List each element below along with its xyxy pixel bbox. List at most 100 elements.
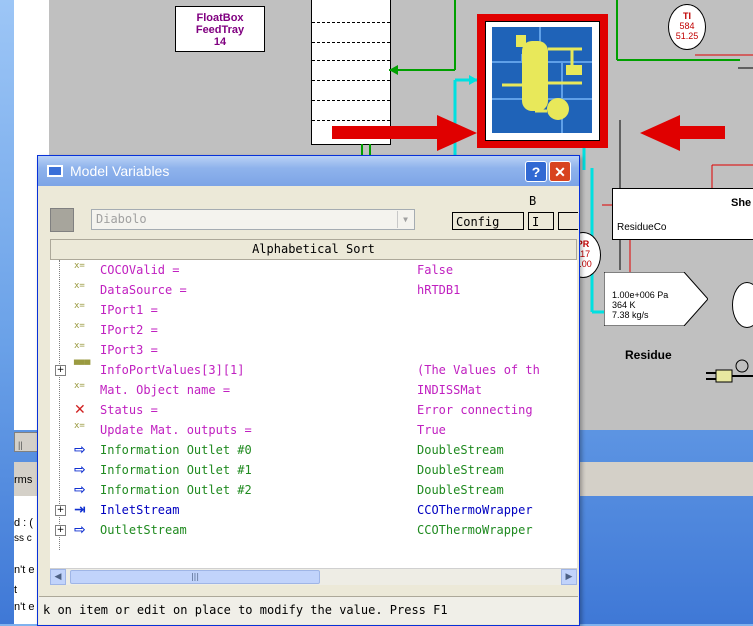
variable-icon: x= (74, 281, 85, 291)
variable-row[interactable]: x= COCOValid = False (50, 260, 577, 280)
residue-stream-conditions: 1.00e+006 Pa 364 K 7.38 kg/s (612, 290, 668, 320)
variable-icon: x= (74, 321, 85, 331)
gauge-ti[interactable]: TI 584 51.25 (668, 4, 706, 50)
outlet-icon: ⇨ (74, 482, 86, 498)
host-scroll-grip: || (18, 440, 23, 450)
host-log-text: rms (14, 474, 33, 486)
gauge-ti-value1: 584 (679, 21, 695, 31)
variable-name: Mat. Object name = (100, 383, 231, 397)
help-button[interactable]: ? (525, 161, 547, 182)
variable-row[interactable]: x= IPort2 = (50, 320, 577, 340)
variable-value[interactable]: CCOThermoWrapper (417, 503, 533, 517)
outlet-icon: ⇨ (74, 462, 86, 478)
variable-icon: x= (74, 421, 85, 431)
variable-row[interactable]: + ⇥ InletStream CCOThermoWrapper (50, 500, 577, 520)
object-select[interactable]: Diabolo ▼ (91, 209, 415, 230)
dialog-title: Model Variables (70, 163, 170, 179)
close-button[interactable]: ✕ (549, 161, 571, 182)
host-log-text: t (14, 584, 18, 596)
variable-row[interactable]: x= IPort1 = (50, 300, 577, 320)
dialog-titlebar[interactable]: Model Variables ? ✕ (38, 156, 579, 186)
residue-temperature: 364 K (612, 300, 636, 310)
variable-value[interactable]: Error connecting (417, 403, 533, 417)
variable-name: Information Outlet #2 (100, 483, 252, 497)
host-log-text: n't e (14, 564, 35, 576)
expand-icon[interactable]: + (55, 525, 66, 536)
variable-value[interactable]: INDISSMat (417, 383, 482, 397)
variable-name: IPort1 = (100, 303, 158, 317)
variable-name: Information Outlet #0 (100, 443, 252, 457)
residue-label: Residue (625, 348, 672, 362)
tab-config[interactable]: Config (452, 212, 524, 230)
variable-row[interactable]: x= Update Mat. outputs = True (50, 420, 577, 440)
chevron-down-icon[interactable]: ▼ (397, 211, 413, 228)
gauge-ti-value2: 51.25 (675, 31, 699, 41)
object-color-swatch[interactable] (50, 208, 74, 232)
horizontal-scrollbar[interactable]: ◀ ||| ▶ (50, 568, 577, 585)
dialog-status-bar: k on item or edit on place to modify the… (39, 596, 578, 624)
variable-value[interactable]: True (417, 423, 446, 437)
tab-header-b: B (529, 194, 537, 208)
expand-icon[interactable]: + (55, 365, 66, 376)
red-arrow-right-icon (332, 115, 477, 151)
inlet-icon: ⇥ (74, 502, 86, 518)
variable-name: InletStream (100, 503, 180, 517)
variable-value[interactable]: DoubleStream (417, 443, 504, 457)
variable-row[interactable]: ⇨ Information Outlet #2 DoubleStream (50, 480, 577, 500)
variable-name: DataSource = (100, 283, 187, 297)
variable-name: Information Outlet #1 (100, 463, 252, 477)
error-icon: ✕ (74, 402, 86, 418)
variable-icon: x= (74, 381, 85, 391)
variable-row[interactable]: + ▀▀▀ InfoPortValues[3][1] (The Values o… (50, 360, 577, 380)
scroll-thumb[interactable]: ||| (70, 570, 320, 584)
array-icon: ▀▀▀ (74, 361, 91, 371)
host-log-text: ss c (14, 533, 32, 544)
variable-name: IPort3 = (100, 343, 158, 357)
variable-row[interactable]: + ⇨ OutletStream CCOThermoWrapper (50, 520, 577, 540)
variable-name: InfoPortValues[3][1] (100, 363, 245, 377)
variable-name: IPort2 = (100, 323, 158, 337)
window-icon (47, 165, 63, 177)
she-box-subtitle: ResidueCo (617, 222, 667, 233)
alphabetical-sort-header[interactable]: Alphabetical Sort (50, 239, 577, 260)
variable-value[interactable]: DoubleStream (417, 483, 504, 497)
variable-icon: x= (74, 341, 85, 351)
she-box-title: She (731, 197, 752, 209)
gauge-ti-tag: TI (683, 11, 691, 21)
she-unit-box[interactable]: She ResidueCo (612, 188, 753, 240)
variable-row[interactable]: ⇨ Information Outlet #0 DoubleStream (50, 440, 577, 460)
variables-list[interactable]: x= COCOValid = False x= DataSource = hRT… (50, 260, 577, 568)
variable-icon: x= (74, 301, 85, 311)
variable-row[interactable]: x= Mat. Object name = INDISSMat (50, 380, 577, 400)
scroll-left-icon[interactable]: ◀ (50, 569, 66, 585)
variable-name: Status = (100, 403, 158, 417)
host-log-text: n't e (14, 601, 35, 613)
unit-icon-frame (485, 21, 600, 141)
variable-row[interactable]: ✕ Status = Error connecting (50, 400, 577, 420)
expand-icon[interactable]: + (55, 505, 66, 516)
variable-row[interactable]: ⇨ Information Outlet #1 DoubleStream (50, 460, 577, 480)
residue-pressure: 1.00e+006 Pa (612, 290, 669, 300)
scroll-right-icon[interactable]: ▶ (561, 569, 577, 585)
variable-value[interactable]: False (417, 263, 453, 277)
object-select-value: Diabolo (96, 212, 147, 226)
plug-connector-icon (706, 359, 753, 383)
variable-value[interactable]: hRTDB1 (417, 283, 460, 297)
residue-flow: 7.38 kg/s (612, 310, 649, 320)
variable-value[interactable]: (The Values of th (417, 363, 540, 377)
red-arrow-left-icon (640, 115, 725, 151)
variable-value[interactable]: DoubleStream (417, 463, 504, 477)
green-stream-arrowhead (389, 65, 398, 75)
tab-more[interactable] (558, 212, 578, 230)
variable-value[interactable]: CCOThermoWrapper (417, 523, 533, 537)
selected-unit-operation[interactable] (477, 14, 608, 148)
model-variables-dialog[interactable]: Model Variables ? ✕ B Diabolo ▼ Config I… (37, 155, 580, 626)
outlet-icon: ⇨ (74, 442, 86, 458)
outlet-icon: ⇨ (74, 522, 86, 538)
variable-name: Update Mat. outputs = (100, 423, 252, 437)
variable-icon: x= (74, 261, 85, 271)
variable-row[interactable]: x= DataSource = hRTDB1 (50, 280, 577, 300)
variable-row[interactable]: x= IPort3 = (50, 340, 577, 360)
tab-i[interactable]: I (528, 212, 554, 230)
variable-name: OutletStream (100, 523, 187, 537)
